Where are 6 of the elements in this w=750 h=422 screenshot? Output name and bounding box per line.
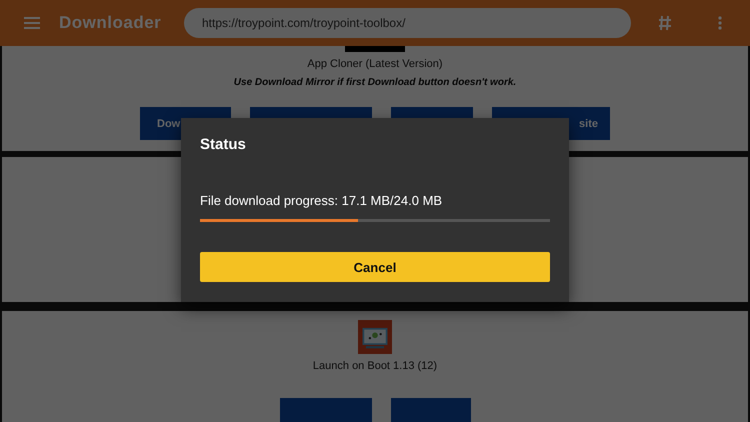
app-name: App Cloner (Latest Version) [307, 58, 443, 70]
dialog-title: Status [200, 136, 247, 153]
mirror-note: Use Download Mirror if first Download button doesn't work. [234, 77, 516, 88]
app-title: Downloader [59, 13, 162, 33]
progress-text: File download progress: 17.1 MB/24.0 MB [200, 193, 444, 208]
app-name: Launch on Boot 1.13 (12) [312, 360, 438, 372]
